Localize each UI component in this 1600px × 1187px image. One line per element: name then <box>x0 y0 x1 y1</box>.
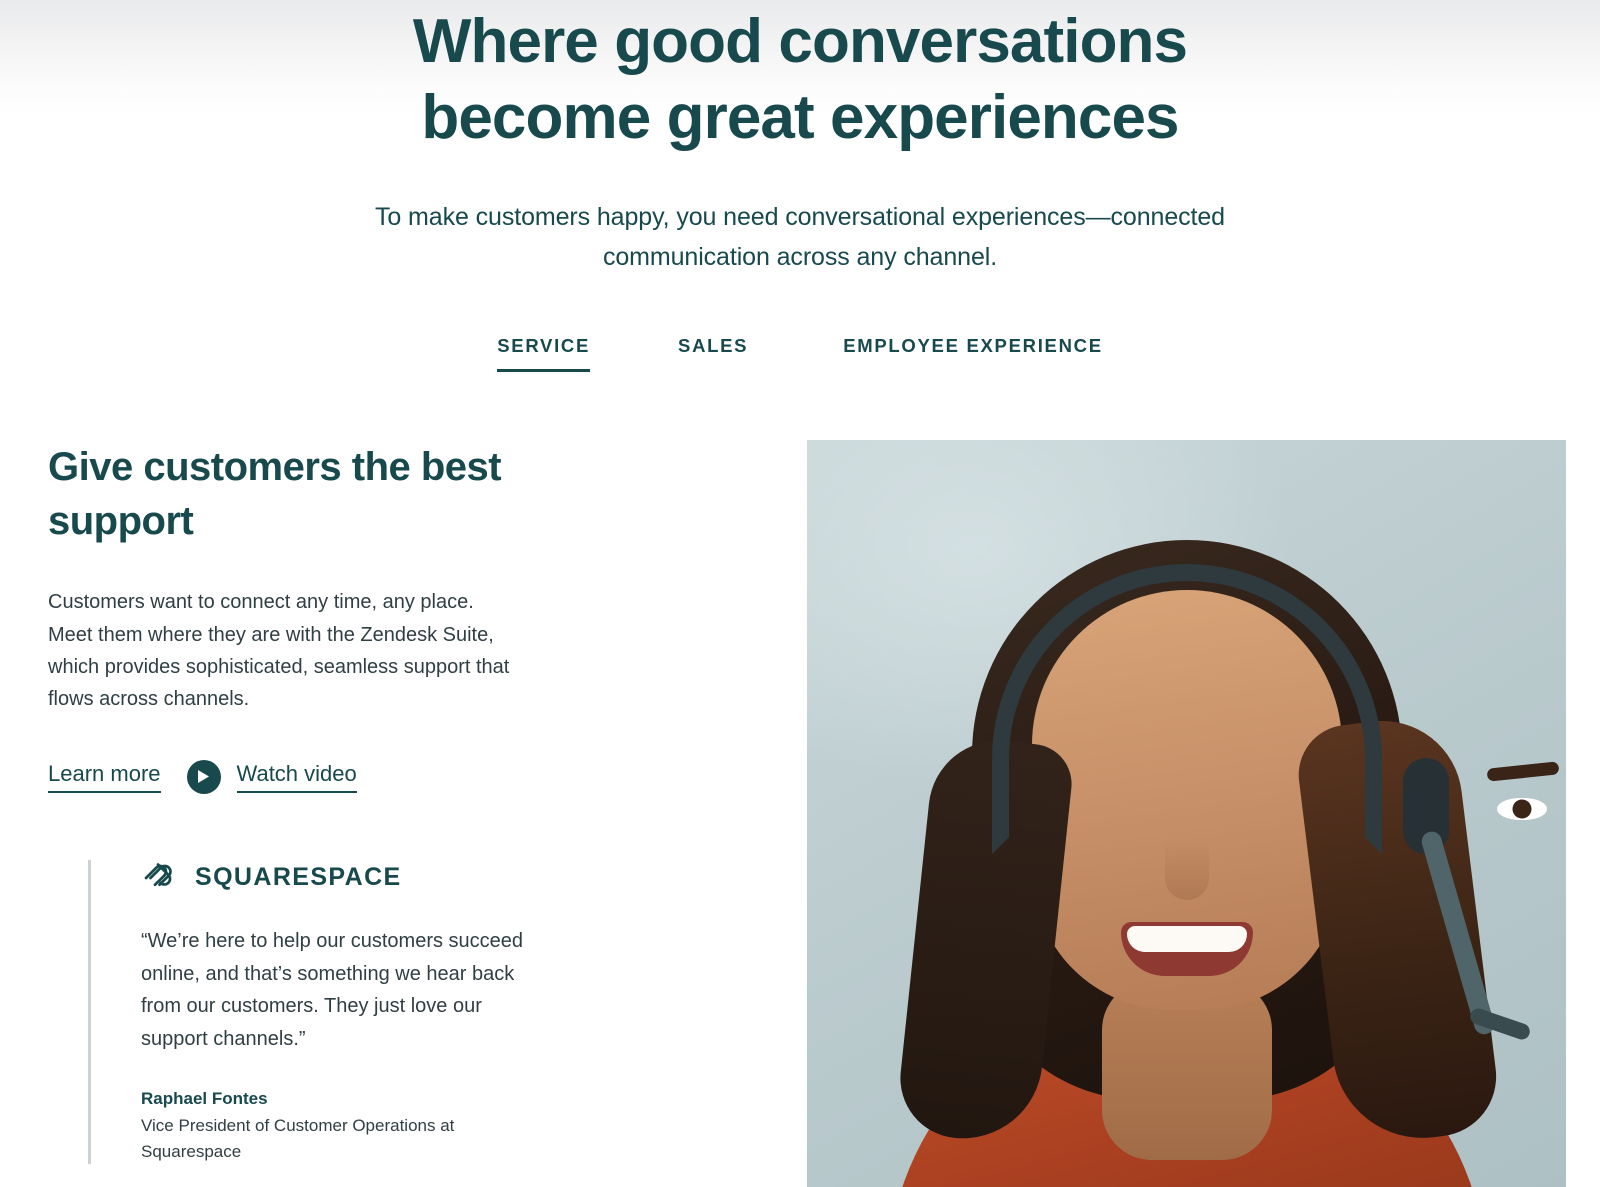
subject-mouth <box>1120 922 1253 977</box>
panel-body-text: Customers want to connect any time, any … <box>48 591 510 711</box>
learn-more-link[interactable]: Learn more <box>48 761 161 793</box>
tab-sales[interactable]: SALES <box>678 335 748 372</box>
left-column: Give customers the best support Customer… <box>48 440 608 794</box>
play-icon <box>186 759 221 794</box>
watch-video-button[interactable]: Watch video <box>186 759 357 794</box>
customer-quote-block: SQUARESPACE “We’re here to help our cust… <box>88 860 568 1165</box>
page-root: Where good conversations become great ex… <box>0 0 1600 1187</box>
quote-text: “We’re here to help our customers succee… <box>141 930 524 1051</box>
tab-employee-experience[interactable]: EMPLOYEE EXPERIENCE <box>843 335 1103 372</box>
hero-section: Where good conversations become great ex… <box>0 0 1600 373</box>
subject-teeth <box>1126 926 1247 953</box>
agent-photo <box>807 440 1566 1187</box>
tab-service[interactable]: SERVICE <box>497 335 591 373</box>
panel-actions: Learn more Watch video <box>48 759 608 794</box>
brand-name: SQUARESPACE <box>195 863 402 892</box>
hero-title-line-1: Where good conversations <box>412 7 1188 76</box>
page-title: Where good conversations become great ex… <box>350 4 1250 155</box>
hero-subtitle: To make customers happy, you need conver… <box>375 203 1225 272</box>
quote-author-role: Vice President of Customer Operations at… <box>141 1116 455 1161</box>
brand-row: SQUARESPACE <box>141 860 568 895</box>
subject-pupil-left <box>1512 799 1532 819</box>
photo-subject <box>807 440 1566 1187</box>
hero-title-line-2: become great experiences <box>421 82 1179 152</box>
watch-video-label: Watch video <box>236 761 357 793</box>
category-tabs: SERVICE SALES EMPLOYEE EXPERIENCE <box>0 335 1600 373</box>
quote-author-name: Raphael Fontes <box>141 1088 268 1108</box>
panel-title: Give customers the best support <box>48 445 502 544</box>
content-section: Give customers the best support Customer… <box>0 440 1600 1187</box>
subject-brow-left <box>1486 761 1560 782</box>
squarespace-logo-icon <box>141 860 181 895</box>
subject-eye-left <box>1497 798 1547 821</box>
